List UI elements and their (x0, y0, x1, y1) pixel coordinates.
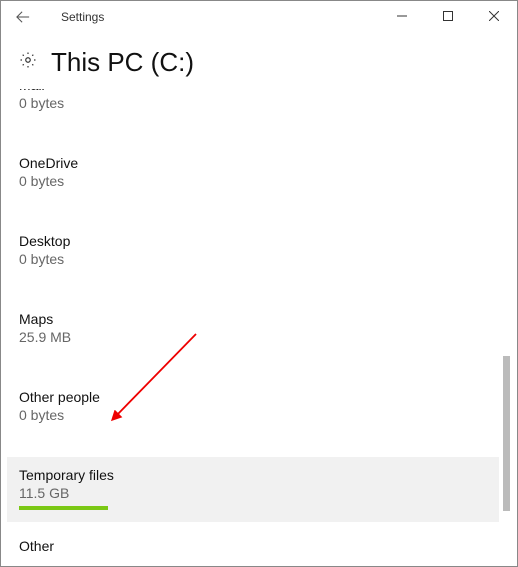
item-name: Desktop (19, 233, 487, 249)
maximize-button[interactable] (425, 1, 471, 31)
back-button[interactable] (9, 3, 37, 31)
storage-item-other[interactable]: Other 421 MB (7, 528, 499, 558)
item-name: Mail (19, 89, 487, 93)
usage-bar (19, 506, 487, 510)
item-name: Temporary files (19, 467, 487, 483)
item-size: 0 bytes (19, 173, 487, 189)
close-button[interactable] (471, 1, 517, 31)
storage-item-onedrive[interactable]: OneDrive 0 bytes (7, 145, 499, 201)
storage-item-mail[interactable]: Mail 0 bytes (7, 89, 499, 123)
storage-item-temporary-files[interactable]: Temporary files 11.5 GB (7, 457, 499, 522)
window-title: Settings (61, 10, 104, 24)
usage-bar-fill (19, 506, 108, 510)
item-size: 421 MB (19, 556, 487, 558)
scrollbar-thumb[interactable] (503, 356, 510, 511)
page-title: This PC (C:) (51, 47, 194, 78)
item-name: OneDrive (19, 155, 487, 171)
scrollbar[interactable] (503, 91, 510, 556)
item-name: Other people (19, 389, 487, 405)
item-name: Maps (19, 311, 487, 327)
minimize-button[interactable] (379, 1, 425, 31)
storage-item-maps[interactable]: Maps 25.9 MB (7, 301, 499, 357)
item-size: 11.5 GB (19, 485, 487, 501)
gear-icon (19, 51, 37, 74)
item-size: 0 bytes (19, 251, 487, 267)
storage-item-desktop[interactable]: Desktop 0 bytes (7, 223, 499, 279)
item-size: 25.9 MB (19, 329, 487, 345)
page-header: This PC (C:) (1, 33, 517, 86)
titlebar: Settings (1, 1, 517, 33)
item-name: Other (19, 538, 487, 554)
item-size: 0 bytes (19, 407, 487, 423)
storage-item-other-people[interactable]: Other people 0 bytes (7, 379, 499, 435)
item-size: 0 bytes (19, 95, 487, 111)
content-area: Mail 0 bytes OneDrive 0 bytes Desktop 0 … (7, 89, 511, 558)
